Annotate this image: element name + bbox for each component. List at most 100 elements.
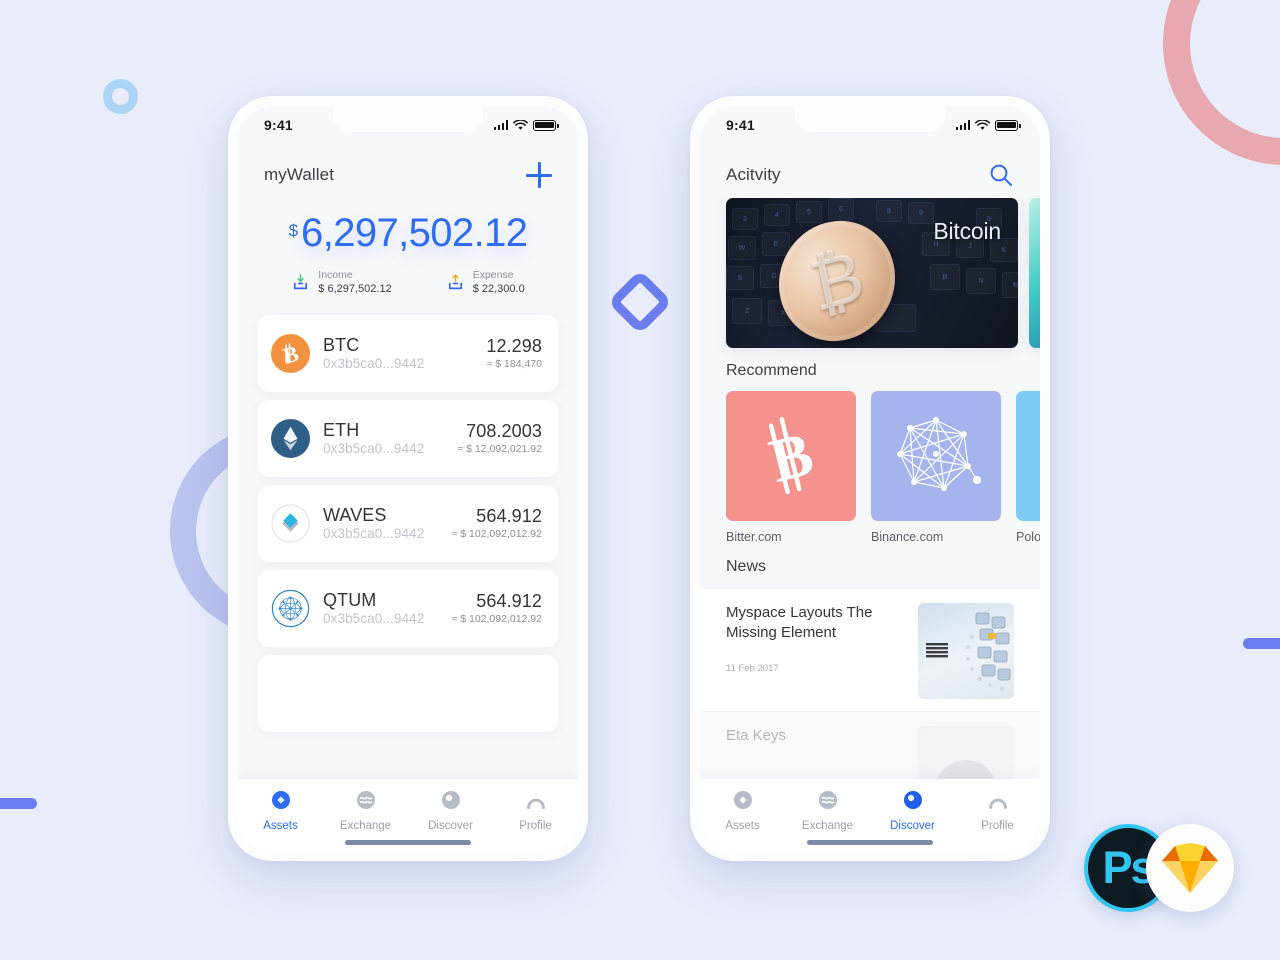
table-row[interactable]: B BTC 0x3b5ca0...9442 12.298 ≈ $ 184,470 (258, 315, 558, 393)
wallet-screen: 9:41 myWallet $ 6,297,502.12 Income $ 6,… (238, 106, 578, 851)
profile-icon (526, 798, 545, 809)
coin-list[interactable]: B BTC 0x3b5ca0...9442 12.298 ≈ $ 184,470 (238, 303, 578, 779)
exchange-icon (356, 791, 375, 809)
recommend-name: Bitter.com (726, 530, 782, 544)
summary-expense-value: $ 22,300.0 (472, 283, 525, 296)
news-item-title: Eta Keys (726, 727, 787, 744)
status-time: 9:41 (726, 117, 755, 133)
table-row[interactable]: WAVES 0x3b5ca0...9442 564.912 ≈ $ 102,09… (258, 485, 558, 563)
list-item[interactable]: Eta Keys (700, 712, 1040, 779)
phone-wallet: 9:41 myWallet $ 6,297,502.12 Income $ 6,… (228, 96, 588, 861)
tab-bar: Assets Exchange Discover Profile (238, 779, 578, 851)
tab-exchange-label: Exchange (339, 820, 392, 832)
coin-values: 708.2003 ≈ $ 12,092,021.92 (457, 421, 542, 456)
tab-exchange[interactable]: Exchange (785, 789, 870, 832)
recommend-card-binance[interactable]: Binance.com (871, 391, 1001, 544)
recommend-card-poloniex[interactable]: Polonie (1016, 391, 1040, 544)
tab-profile[interactable]: Profile (955, 789, 1040, 832)
tab-assets[interactable]: Assets (700, 789, 785, 832)
page-title: myWallet (264, 165, 335, 184)
recommend-card-bitter[interactable]: B Bitter.com (726, 391, 856, 544)
news-thumbnail (918, 603, 1014, 699)
btc-icon: B (271, 334, 310, 374)
coin-address: 0x3b5ca0...9442 (323, 525, 425, 541)
coin-fiat: ≈ $ 12,092,021.92 (457, 442, 542, 455)
coin-symbol: QTUM (323, 589, 377, 610)
sketch-logo-icon (1146, 824, 1234, 912)
wifi-icon (513, 119, 528, 130)
eth-icon (271, 419, 310, 459)
expense-icon (448, 274, 462, 290)
assets-icon (733, 791, 752, 809)
add-icon[interactable] (526, 162, 552, 188)
exchange-icon (818, 791, 837, 809)
diamond-outline-icon (607, 269, 673, 335)
coin-symbol: BTC (323, 334, 360, 355)
sketch-diamond-icon (1162, 843, 1218, 893)
table-row[interactable]: QTUM 0x3b5ca0...9442 564.912 ≈ $ 102,092… (258, 570, 558, 648)
summary-income-value: $ 6,297,502.12 (318, 283, 392, 296)
tab-profile-label: Profile (519, 820, 552, 832)
coin-address: 0x3b5ca0...9442 (323, 355, 425, 371)
poloniex-tile (1016, 391, 1040, 521)
binance-tile (871, 391, 1001, 521)
coin-values: 564.912 ≈ $ 102,092,012.92 (452, 591, 542, 626)
discover-icon (903, 791, 922, 809)
person-avatar-photo (935, 760, 997, 779)
tab-discover[interactable]: Discover (870, 789, 955, 832)
tab-exchange[interactable]: Exchange (323, 789, 408, 832)
qtum-icon (271, 589, 310, 628)
coin-amount: 564.912 (476, 590, 542, 611)
status-bar: 9:41 (238, 106, 578, 144)
summary-expense: Expense $ 22,300.0 (446, 268, 525, 297)
background-decoration (0, 0, 1280, 960)
status-icons (955, 119, 1021, 131)
income-icon (294, 274, 308, 290)
banner-carousel[interactable]: 3 4 5 6 8 9 0 W E H J K S D B N M Z X ₿ … (700, 198, 1040, 348)
banner-bitcoin[interactable]: 3 4 5 6 8 9 0 W E H J K S D B N M Z X ₿ … (726, 198, 1018, 348)
discover-appbar: Acitvity (700, 144, 1040, 198)
home-indicator[interactable] (345, 840, 471, 845)
signal-icon (955, 120, 970, 130)
recommend-title: Recommend (726, 362, 817, 379)
coin-info: BTC 0x3b5ca0...9442 (323, 335, 486, 372)
tab-assets-label: Assets (263, 820, 298, 832)
summary-income-text: Income $ 6,297,502.12 (318, 268, 391, 297)
recommend-name: Polonie (1016, 530, 1040, 544)
table-row[interactable]: ETH 0x3b5ca0...9442 708.2003 ≈ $ 12,092,… (258, 400, 558, 478)
balance-section: $ 6,297,502.12 Income $ 6,297,502.12 Exp… (238, 198, 578, 303)
bitcoin-b-icon: B (763, 416, 820, 496)
tab-profile[interactable]: Profile (493, 789, 578, 832)
news-item-title: Myspace Layouts The Missing Element (726, 604, 873, 642)
coin-symbol: ETH (323, 419, 360, 440)
recommend-row[interactable]: B Bitter.com (700, 391, 1040, 544)
recommend-name: Binance.com (871, 530, 944, 544)
home-indicator[interactable] (807, 840, 933, 845)
tab-discover[interactable]: Discover (408, 789, 493, 832)
news-thumbnail (918, 726, 1014, 779)
summary-expense-label: Expense (472, 269, 514, 281)
wifi-icon (975, 119, 990, 130)
news-text: Eta Keys (726, 726, 904, 746)
list-item[interactable]: Myspace Layouts The Missing Element 11 F… (700, 589, 1040, 712)
banner-secondary[interactable] (1029, 198, 1040, 348)
tabs: Assets Exchange Discover Profile (700, 789, 1040, 832)
blue-ring-icon (103, 79, 138, 114)
status-icons (493, 119, 559, 131)
signal-icon (493, 120, 508, 130)
coin-values: 564.912 ≈ $ 102,092,012.92 (452, 506, 542, 541)
page-title: Acitvity (726, 165, 781, 184)
income-expense-summary: Income $ 6,297,502.12 Expense $ 22,300.0 (238, 268, 578, 297)
table-row-partial[interactable] (258, 655, 558, 733)
summary-income: Income $ 6,297,502.12 (291, 268, 392, 297)
coin-fiat: ≈ $ 184,470 (486, 357, 542, 370)
status-bar: 9:41 (700, 106, 1040, 144)
tab-assets[interactable]: Assets (238, 789, 323, 832)
left-bar-icon (0, 798, 37, 809)
tab-exchange-label: Exchange (801, 820, 854, 832)
balance-row: $ 6,297,502.12 (238, 212, 578, 254)
coin-address: 0x3b5ca0...9442 (323, 610, 425, 626)
balance-currency: $ (288, 221, 299, 240)
coin-address: 0x3b5ca0...9442 (323, 440, 425, 456)
search-icon[interactable] (988, 162, 1014, 188)
